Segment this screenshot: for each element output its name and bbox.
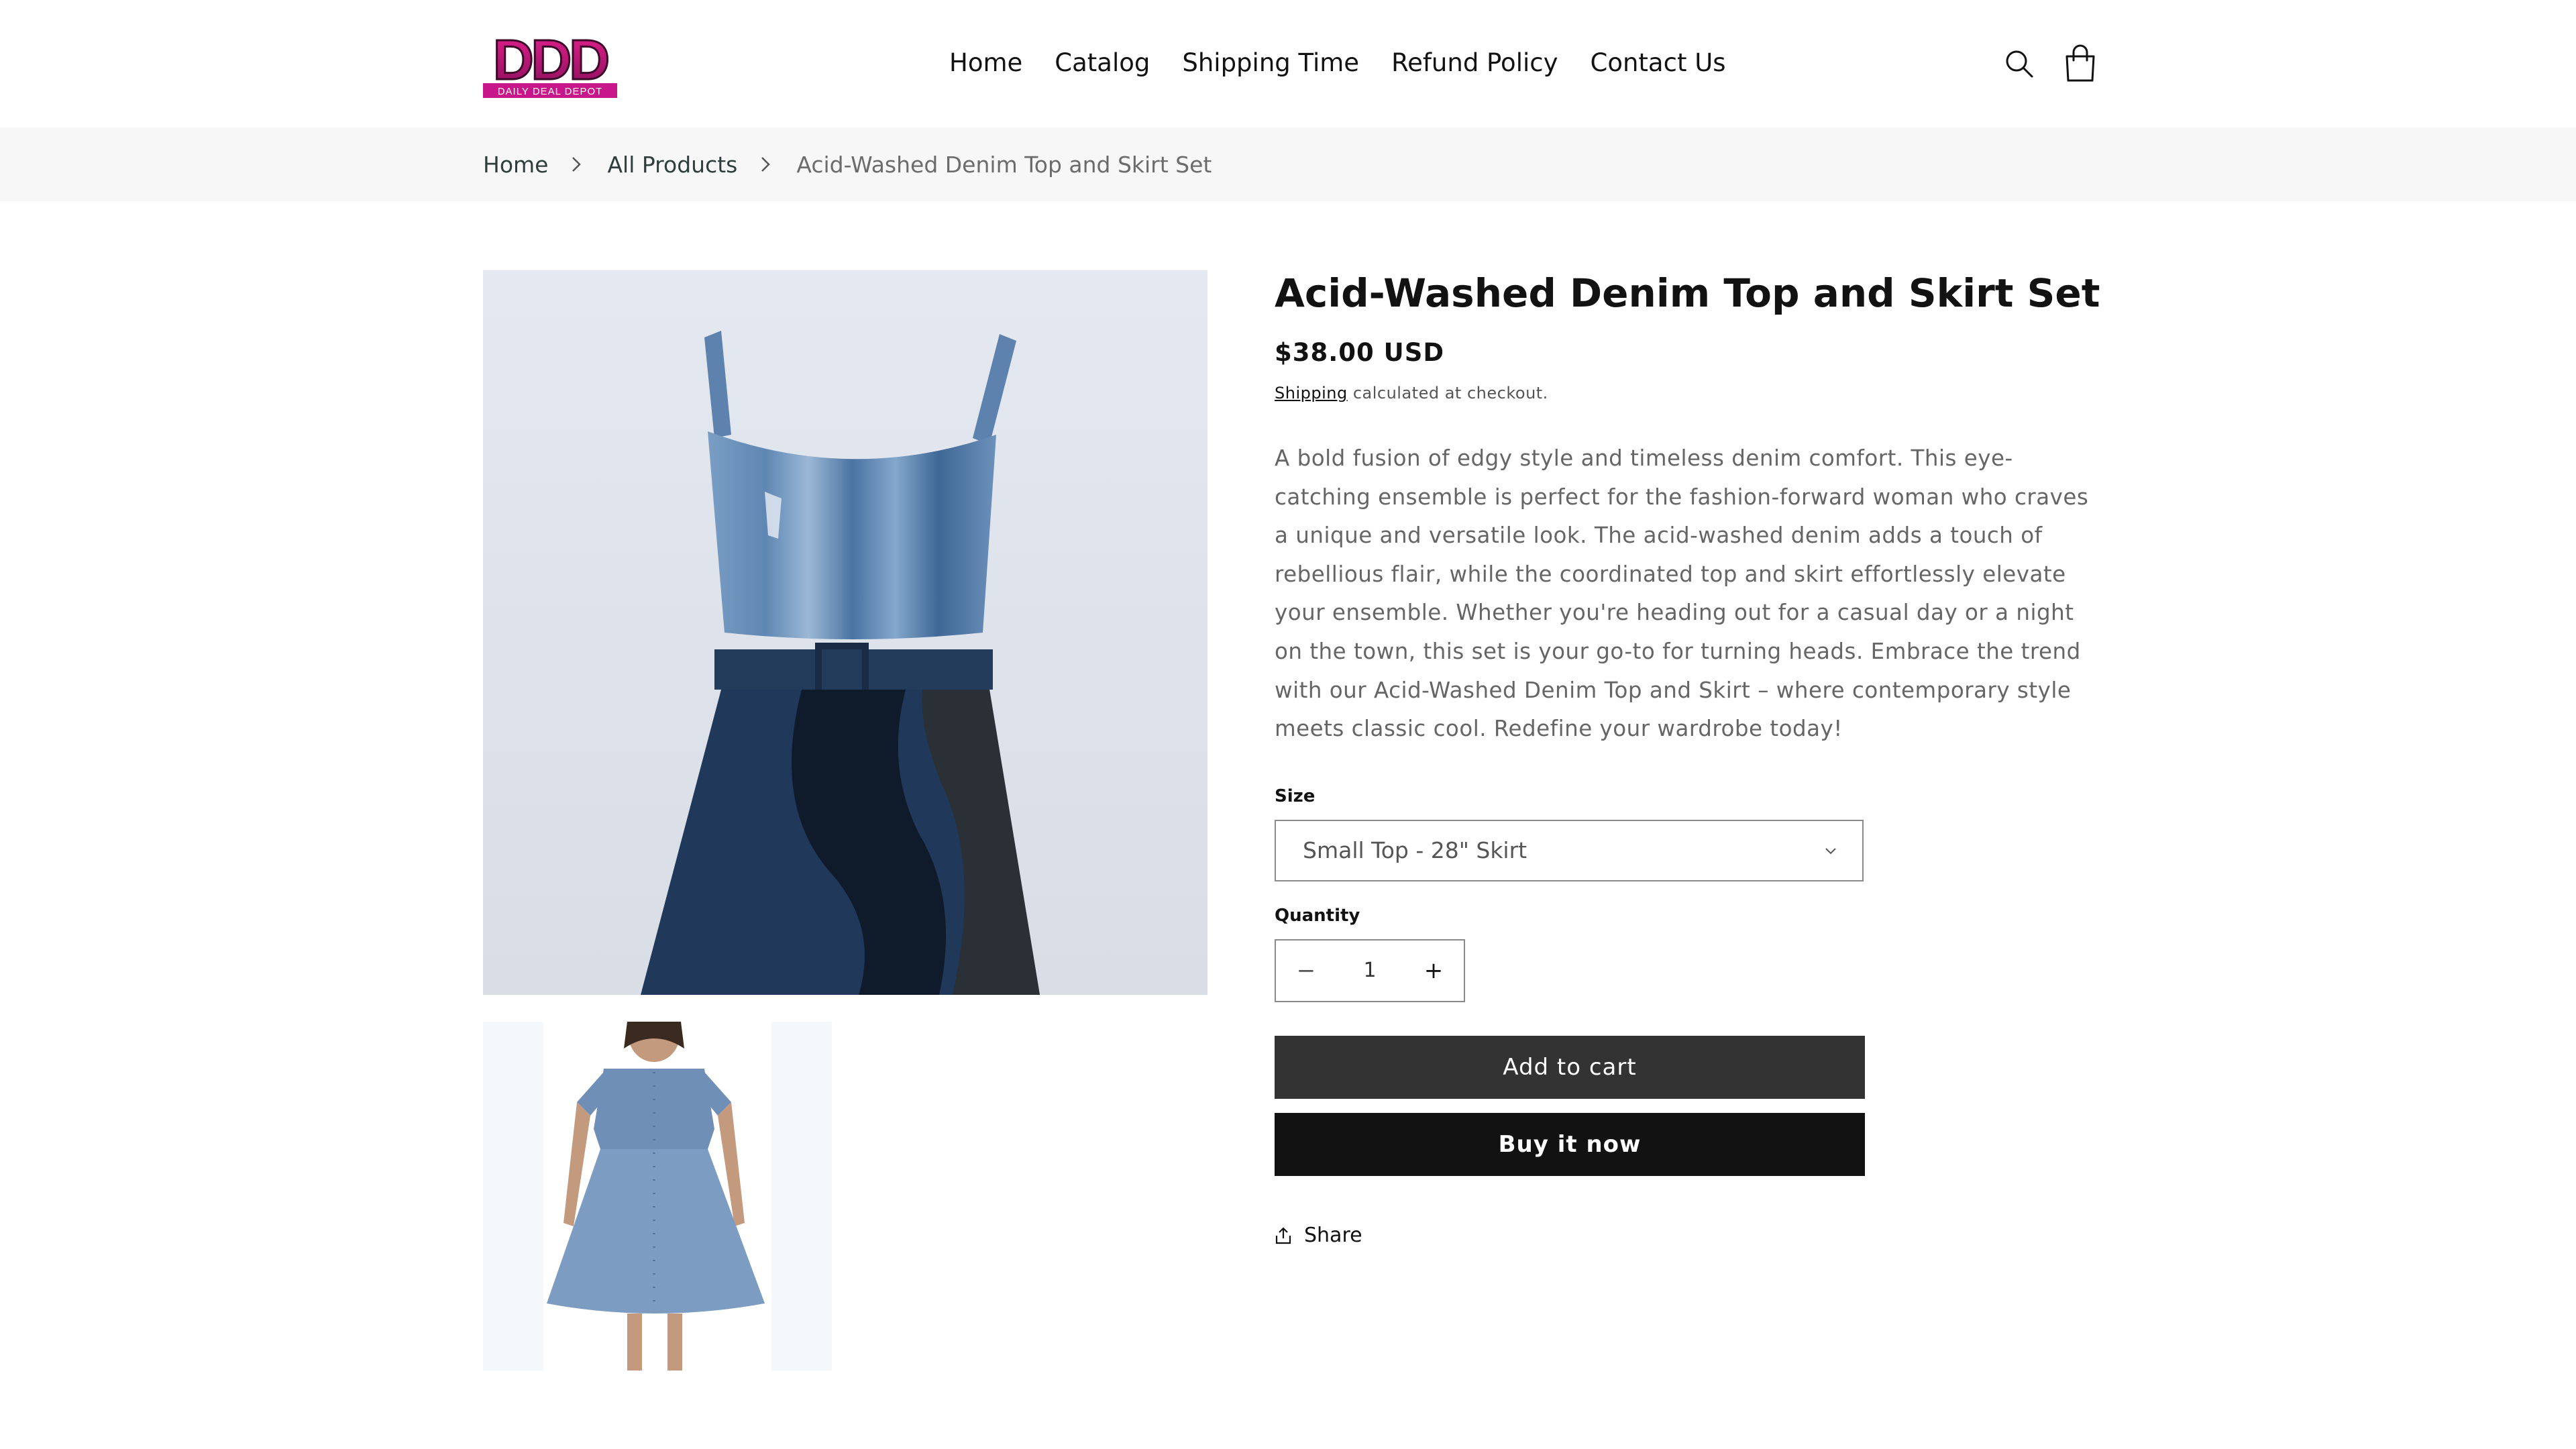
breadcrumb-current: Acid-Washed Denim Top and Skirt Set <box>796 151 1212 178</box>
product-price: $38.00 USD <box>1275 338 1445 367</box>
quantity-input[interactable]: 1 <box>1336 941 1403 1001</box>
site-header: DDD DAILY DEAL DEPOT Home Catalog Shippi… <box>0 0 2576 127</box>
bag-icon[interactable] <box>2061 44 2099 83</box>
nav-contact-us[interactable]: Contact Us <box>1591 47 1726 79</box>
product-info: Acid-Washed Denim Top and Skirt Set $38.… <box>1275 268 2100 1247</box>
shipping-note: Shipping calculated at checkout. <box>1275 384 1548 402</box>
breadcrumb-home[interactable]: Home <box>483 152 548 178</box>
chevron-right-icon <box>759 154 772 174</box>
product-description: A bold fusion of edgy style and timeless… <box>1275 445 2089 742</box>
quantity-label: Quantity <box>1275 906 1360 926</box>
quantity-decrease-button[interactable]: − <box>1276 941 1336 1001</box>
nav-home[interactable]: Home <box>949 47 1022 79</box>
breadcrumb-all-products[interactable]: All Products <box>607 152 737 178</box>
main-nav: Home Catalog Shipping Time Refund Policy… <box>949 47 1726 79</box>
search-icon[interactable] <box>2002 47 2036 80</box>
logo-tagline: DAILY DEAL DEPOT <box>498 86 603 97</box>
chevron-right-icon <box>570 154 583 174</box>
quantity-stepper: − 1 + <box>1275 939 1465 1002</box>
add-to-cart-button[interactable]: Add to cart <box>1275 1036 1865 1099</box>
shipping-link[interactable]: Shipping <box>1275 384 1348 402</box>
share-icon <box>1275 1226 1291 1244</box>
size-select-value: Small Top - 28" Skirt <box>1303 837 1527 863</box>
product-title: Acid-Washed Denim Top and Skirt Set <box>1275 270 2100 316</box>
size-label: Size <box>1275 786 1316 806</box>
nav-refund-policy[interactable]: Refund Policy <box>1391 47 1558 79</box>
size-select[interactable]: Small Top - 28" Skirt <box>1275 820 1864 881</box>
product-thumbnail[interactable] <box>483 1022 832 1371</box>
quantity-increase-button[interactable]: + <box>1403 941 1464 1001</box>
shipping-note-text: calculated at checkout. <box>1347 384 1548 402</box>
share-label: Share <box>1304 1224 1362 1247</box>
nav-shipping-time[interactable]: Shipping Time <box>1182 47 1359 79</box>
share-button[interactable]: Share <box>1275 1224 1362 1247</box>
logo-wordmark: DDD <box>493 30 608 91</box>
breadcrumb: Home All Products Acid-Washed Denim Top … <box>0 127 2576 201</box>
chevron-down-icon <box>1825 848 1836 855</box>
product-main-image[interactable] <box>483 270 1208 995</box>
store-logo[interactable]: DDD DAILY DEAL DEPOT <box>483 28 617 99</box>
buy-now-button[interactable]: Buy it now <box>1275 1113 1865 1176</box>
nav-catalog[interactable]: Catalog <box>1055 47 1150 79</box>
